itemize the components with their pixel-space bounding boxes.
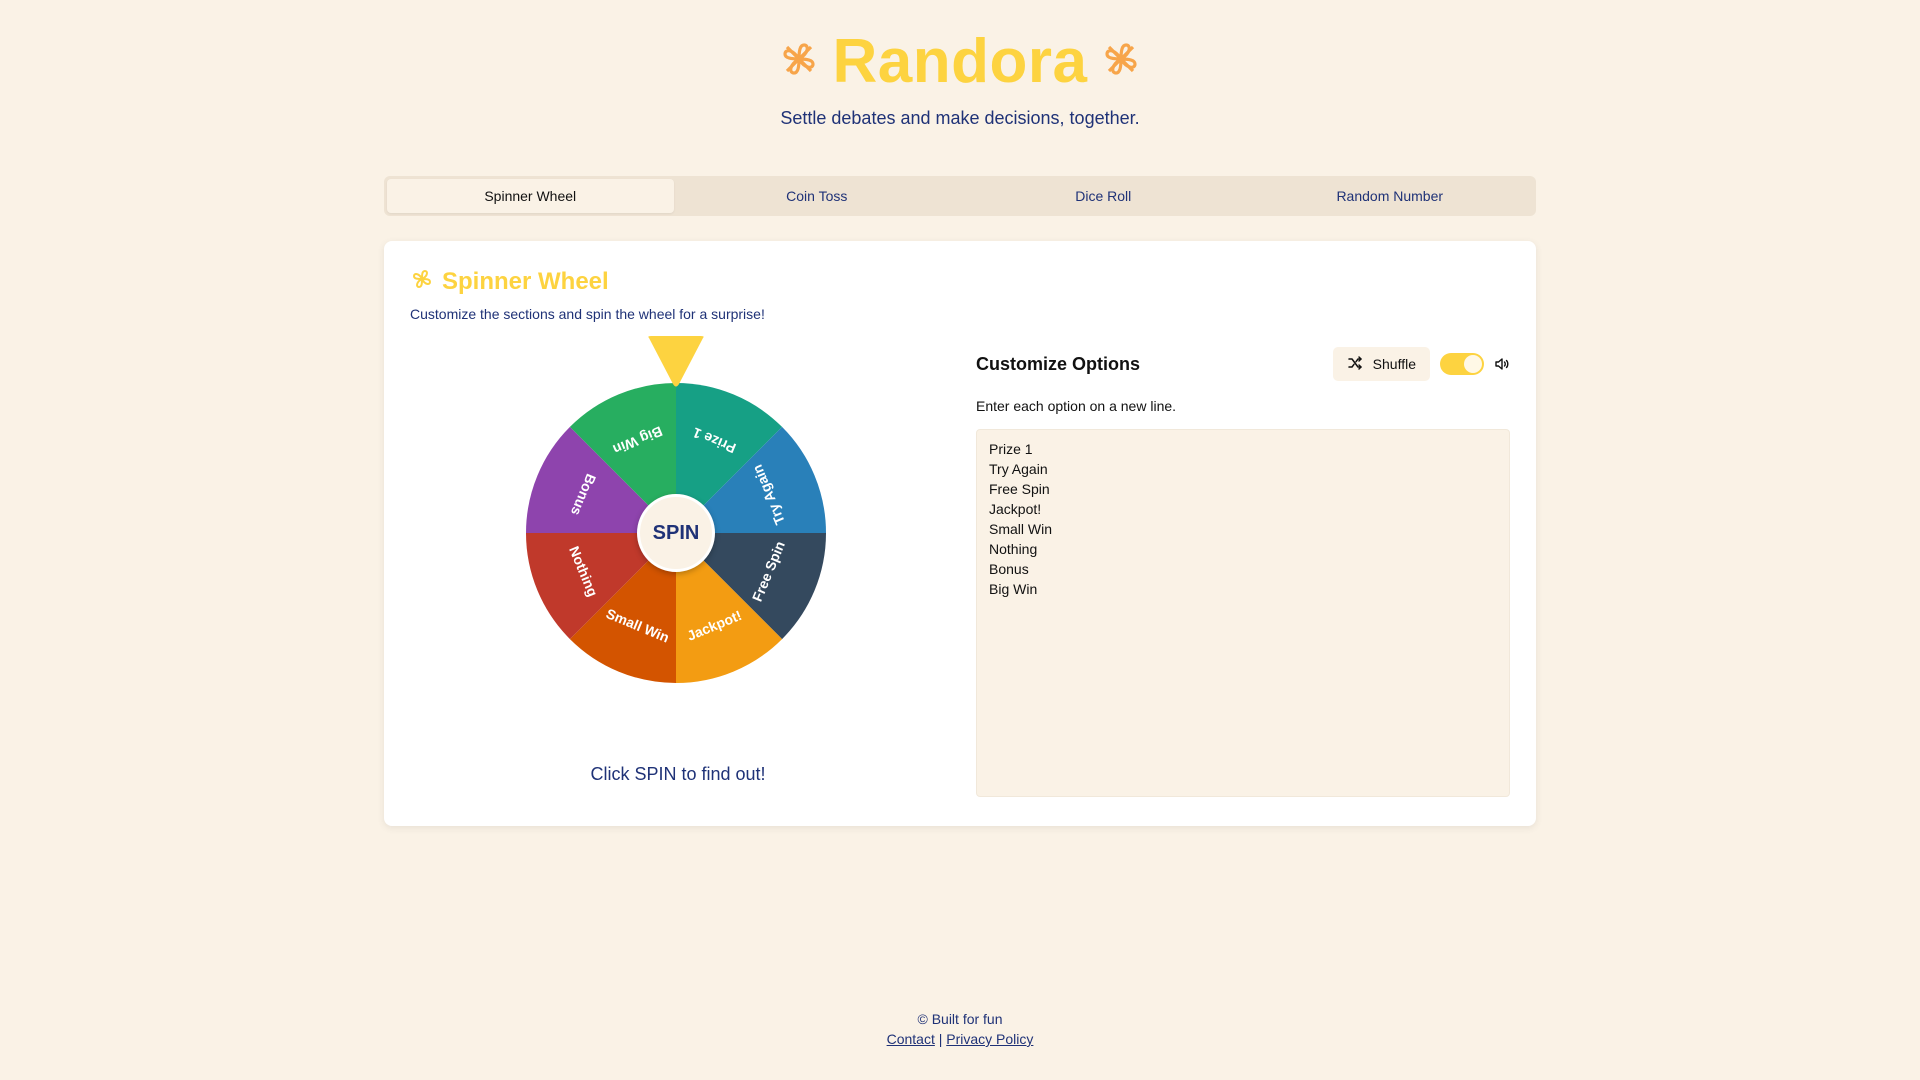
options-controls: Shuffle bbox=[1332, 347, 1510, 381]
options-title: Customize Options bbox=[976, 353, 1141, 374]
option-line: Big Win bbox=[989, 581, 1038, 597]
tab-coin-toss[interactable]: Coin Toss bbox=[674, 179, 961, 213]
spin-button[interactable]: SPIN bbox=[637, 494, 715, 572]
app-title: Randora bbox=[832, 26, 1088, 96]
option-line: Try Again bbox=[989, 461, 1048, 477]
clover-icon bbox=[779, 39, 819, 84]
app-header: Randora Settle debates and make decision… bbox=[0, 26, 1920, 129]
card-title: Spinner Wheel bbox=[442, 267, 609, 295]
shuffle-button[interactable]: Shuffle bbox=[1332, 347, 1430, 381]
shuffle-label: Shuffle bbox=[1372, 356, 1416, 372]
copyright-text: © Built for fun bbox=[917, 1011, 1003, 1027]
tab-dice-roll[interactable]: Dice Roll bbox=[960, 179, 1247, 213]
mode-tabs: Spinner Wheel Coin Toss Dice Roll Random… bbox=[384, 176, 1536, 216]
clover-icon bbox=[1101, 39, 1141, 84]
sound-toggle[interactable] bbox=[1440, 353, 1484, 375]
speaker-icon bbox=[1494, 356, 1510, 372]
wheel-pointer bbox=[648, 336, 704, 387]
options-textarea[interactable]: Prize 1 Try Again Free Spin Jackpot! Small W… bbox=[976, 429, 1510, 797]
options-panel: Customize Options Shuffle Enter each opt… bbox=[976, 347, 1510, 797]
title-row: Randora bbox=[0, 26, 1920, 96]
tab-random-number[interactable]: Random Number bbox=[1247, 179, 1534, 213]
privacy-policy-link[interactable]: Privacy Policy bbox=[946, 1031, 1033, 1047]
page-footer: © Built for fun Contact | Privacy Policy bbox=[0, 1009, 1920, 1049]
contact-link[interactable]: Contact bbox=[887, 1031, 935, 1047]
option-line: Small Win bbox=[989, 521, 1053, 537]
toggle-knob bbox=[1464, 355, 1482, 373]
option-line: Nothing bbox=[989, 541, 1038, 557]
options-header: Customize Options Shuffle bbox=[976, 347, 1510, 381]
shuffle-icon bbox=[1347, 355, 1363, 374]
option-line: Jackpot! bbox=[989, 501, 1042, 517]
clover-icon bbox=[410, 267, 434, 296]
spinner-card: Spinner Wheel Customize the sections and… bbox=[384, 241, 1536, 826]
spin-result: Click SPIN to find out! bbox=[590, 764, 766, 784]
tab-spinner-wheel[interactable]: Spinner Wheel bbox=[387, 179, 674, 213]
card-description: Customize the sections and spin the whee… bbox=[410, 306, 765, 322]
card-title-row: Spinner Wheel bbox=[410, 267, 765, 296]
card-header: Spinner Wheel Customize the sections and… bbox=[410, 267, 765, 323]
option-line: Bonus bbox=[989, 561, 1029, 577]
wheel-area: Prize 1 Try Again Free Spin Jackpot! Small W… bbox=[384, 336, 920, 786]
options-hint: Enter each option on a new line. bbox=[976, 398, 1177, 414]
option-line: Free Spin bbox=[989, 481, 1050, 497]
app-subtitle: Settle debates and make decisions, toget… bbox=[780, 108, 1140, 128]
option-line: Prize 1 bbox=[989, 441, 1033, 457]
footer-separator: | bbox=[938, 1031, 943, 1047]
footer-links: Contact | Privacy Policy bbox=[0, 1029, 1920, 1049]
